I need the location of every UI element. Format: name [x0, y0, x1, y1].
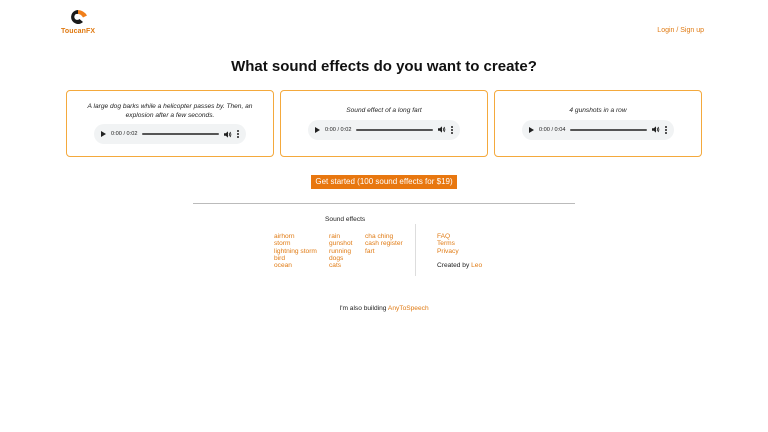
- created-by-text: Created by: [437, 261, 470, 269]
- play-icon[interactable]: [101, 131, 106, 138]
- player-time: 0:00 / 0:04: [539, 126, 566, 133]
- sound-effect-link[interactable]: fart: [365, 248, 403, 255]
- example-description: 4 gunshots in a row: [569, 107, 627, 115]
- audio-player[interactable]: 0:00 / 0:04: [522, 119, 674, 140]
- footer-links: FAQ Terms Privacy Created by Leo: [437, 233, 482, 269]
- sound-effect-link[interactable]: dogs: [329, 255, 352, 262]
- seek-bar[interactable]: [570, 128, 647, 131]
- play-icon[interactable]: [315, 126, 320, 133]
- terms-link[interactable]: Terms: [437, 240, 482, 247]
- sound-effect-link[interactable]: gunshot: [329, 240, 352, 247]
- seek-bar[interactable]: [142, 133, 219, 136]
- sound-effect-link[interactable]: running: [329, 248, 352, 255]
- sound-effect-link[interactable]: lightning storm: [274, 248, 317, 255]
- sound-effect-link[interactable]: storm: [274, 240, 317, 247]
- also-building-text: I'm also building: [339, 305, 387, 312]
- play-icon[interactable]: [529, 126, 534, 133]
- seek-bar[interactable]: [356, 128, 433, 131]
- example-card: Sound effect of a long fart 0:00 / 0:02: [280, 90, 488, 157]
- more-options-icon[interactable]: [665, 125, 667, 134]
- example-card: A large dog barks while a helicopter pas…: [66, 90, 274, 157]
- volume-icon[interactable]: [652, 126, 660, 133]
- page-title: What sound effects do you want to create…: [231, 58, 537, 75]
- get-started-button[interactable]: Get started (100 sound effects for $19): [311, 175, 457, 189]
- more-options-icon[interactable]: [451, 125, 453, 134]
- sound-effects-heading: Sound effects: [325, 216, 366, 223]
- audio-player[interactable]: 0:00 / 0:02: [94, 124, 246, 145]
- sound-effect-link[interactable]: cash register: [365, 240, 403, 247]
- sound-effect-link[interactable]: airhorn: [274, 233, 317, 240]
- footer-vertical-divider: [415, 224, 416, 276]
- brand-logo[interactable]: ToucanFX: [61, 8, 95, 35]
- privacy-link[interactable]: Privacy: [437, 248, 482, 255]
- example-description: Sound effect of a long fart: [346, 107, 422, 115]
- sound-effect-link[interactable]: bird: [274, 255, 317, 262]
- player-time: 0:00 / 0:02: [325, 126, 352, 133]
- volume-icon[interactable]: [438, 126, 446, 133]
- example-card: 4 gunshots in a row 0:00 / 0:04: [494, 90, 702, 157]
- sound-effects-column-2: rain gunshot running dogs cats: [329, 233, 352, 269]
- sound-effect-link[interactable]: cats: [329, 262, 352, 269]
- login-signup-link[interactable]: Login / Sign up: [657, 27, 704, 34]
- sound-effects-column-3: cha ching cash register fart: [365, 233, 403, 255]
- player-time: 0:00 / 0:02: [111, 131, 138, 138]
- brand-name: ToucanFX: [61, 28, 96, 35]
- created-by: Created by Leo: [437, 262, 482, 269]
- sound-effects-column-1: airhorn storm lightning storm bird ocean: [274, 233, 317, 269]
- audio-player[interactable]: 0:00 / 0:02: [308, 119, 460, 140]
- sound-effect-link[interactable]: cha ching: [365, 233, 403, 240]
- anytospeech-link[interactable]: AnyToSpeech: [388, 305, 429, 312]
- also-building: I'm also building AnyToSpeech: [0, 305, 768, 312]
- volume-icon[interactable]: [224, 130, 232, 138]
- example-description: A large dog barks while a helicopter pas…: [87, 102, 253, 119]
- faq-link[interactable]: FAQ: [437, 233, 482, 240]
- examples-row: A large dog barks while a helicopter pas…: [66, 90, 702, 157]
- toucan-logo-icon: [71, 10, 87, 24]
- creator-link[interactable]: Leo: [471, 262, 482, 269]
- sound-effect-link[interactable]: rain: [329, 233, 352, 240]
- more-options-icon[interactable]: [237, 130, 239, 139]
- sound-effect-link[interactable]: ocean: [274, 262, 317, 269]
- footer-divider: [193, 203, 575, 204]
